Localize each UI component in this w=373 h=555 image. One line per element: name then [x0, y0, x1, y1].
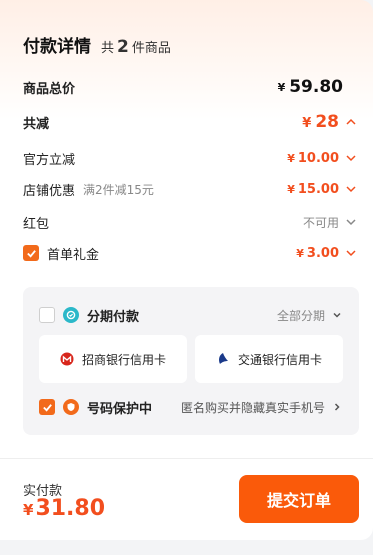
red-packet-row[interactable]: 红包 不可用: [23, 213, 357, 232]
discount-total-row[interactable]: 共减 ¥28: [23, 112, 357, 132]
privacy-row[interactable]: 号码保护中 匿名购买并隐藏真实手机号: [39, 398, 343, 417]
installment-icon: [63, 307, 79, 323]
discount-value: ¥15.00: [287, 181, 339, 197]
cmb-bank-icon: [60, 352, 74, 366]
payment-details-panel: 付款详情 共 2 件商品 商品总价 ¥59.80 共减 ¥28 官方立减 ¥10.0…: [0, 0, 373, 540]
first-order-label: 首单礼金: [47, 247, 100, 263]
bocom-bank-icon: [218, 353, 228, 364]
subtotal-value: ¥59.80: [277, 77, 343, 97]
installment-checkbox[interactable]: [39, 307, 55, 323]
page-title: 付款详情: [23, 37, 91, 57]
installment-title: 分期付款: [87, 309, 140, 325]
discount-label: 官方立减: [23, 152, 76, 168]
pay-amount: ¥31.80: [23, 496, 106, 521]
shield-icon: [63, 399, 79, 415]
discount-value: ¥10.00: [287, 150, 339, 166]
subtotal-row: 商品总价 ¥59.80: [23, 77, 357, 97]
discount-label: 店铺优惠: [23, 183, 76, 199]
bank-card-bocom[interactable]: 交通银行信用卡: [195, 335, 343, 383]
payment-header: 付款详情 共 2 件商品: [23, 32, 171, 57]
discount-row-official[interactable]: 官方立减 ¥10.00: [23, 149, 357, 168]
checkmark-icon: [26, 249, 36, 258]
submit-order-button[interactable]: 提交订单: [239, 475, 359, 523]
bank-name: 交通银行信用卡: [237, 352, 322, 367]
installment-box: 分期付款 全部分期 招商银行信用卡 交通银行信用卡 号码保护中 匿名购买并隐藏真…: [23, 287, 359, 435]
bank-name: 招商银行信用卡: [81, 352, 166, 367]
discount-row-store[interactable]: 店铺优惠 满2件减15元 ¥15.00: [23, 180, 357, 199]
privacy-description: 匿名购买并隐藏真实手机号: [180, 400, 325, 415]
installment-row[interactable]: 分期付款 全部分期: [39, 306, 343, 325]
chevron-up-icon[interactable]: [345, 116, 357, 128]
installment-option: 全部分期: [276, 308, 325, 323]
discount-total-value: ¥28: [302, 112, 339, 132]
chevron-down-icon[interactable]: [331, 309, 343, 321]
first-order-value: ¥3.00: [296, 245, 339, 261]
checkmark-icon: [42, 403, 52, 412]
discount-total-label: 共减: [23, 116, 50, 132]
chevron-down-icon[interactable]: [345, 247, 357, 259]
chevron-down-icon[interactable]: [345, 216, 357, 228]
discount-note: 满2件减15元: [83, 182, 154, 197]
red-packet-label: 红包: [23, 216, 50, 232]
red-packet-status: 不可用: [302, 215, 339, 230]
subtotal-label: 商品总价: [23, 81, 76, 97]
chevron-right-icon[interactable]: [331, 401, 343, 413]
chevron-down-icon[interactable]: [345, 183, 357, 195]
chevron-down-icon[interactable]: [345, 152, 357, 164]
privacy-checkbox[interactable]: [39, 399, 55, 415]
privacy-title: 号码保护中: [87, 401, 153, 417]
first-order-checkbox[interactable]: [23, 245, 39, 261]
divider: [0, 458, 373, 459]
item-count: 共 2 件商品: [101, 37, 171, 57]
first-order-row: 首单礼金 ¥3.00: [23, 244, 357, 263]
bank-card-cmb[interactable]: 招商银行信用卡: [39, 335, 187, 383]
